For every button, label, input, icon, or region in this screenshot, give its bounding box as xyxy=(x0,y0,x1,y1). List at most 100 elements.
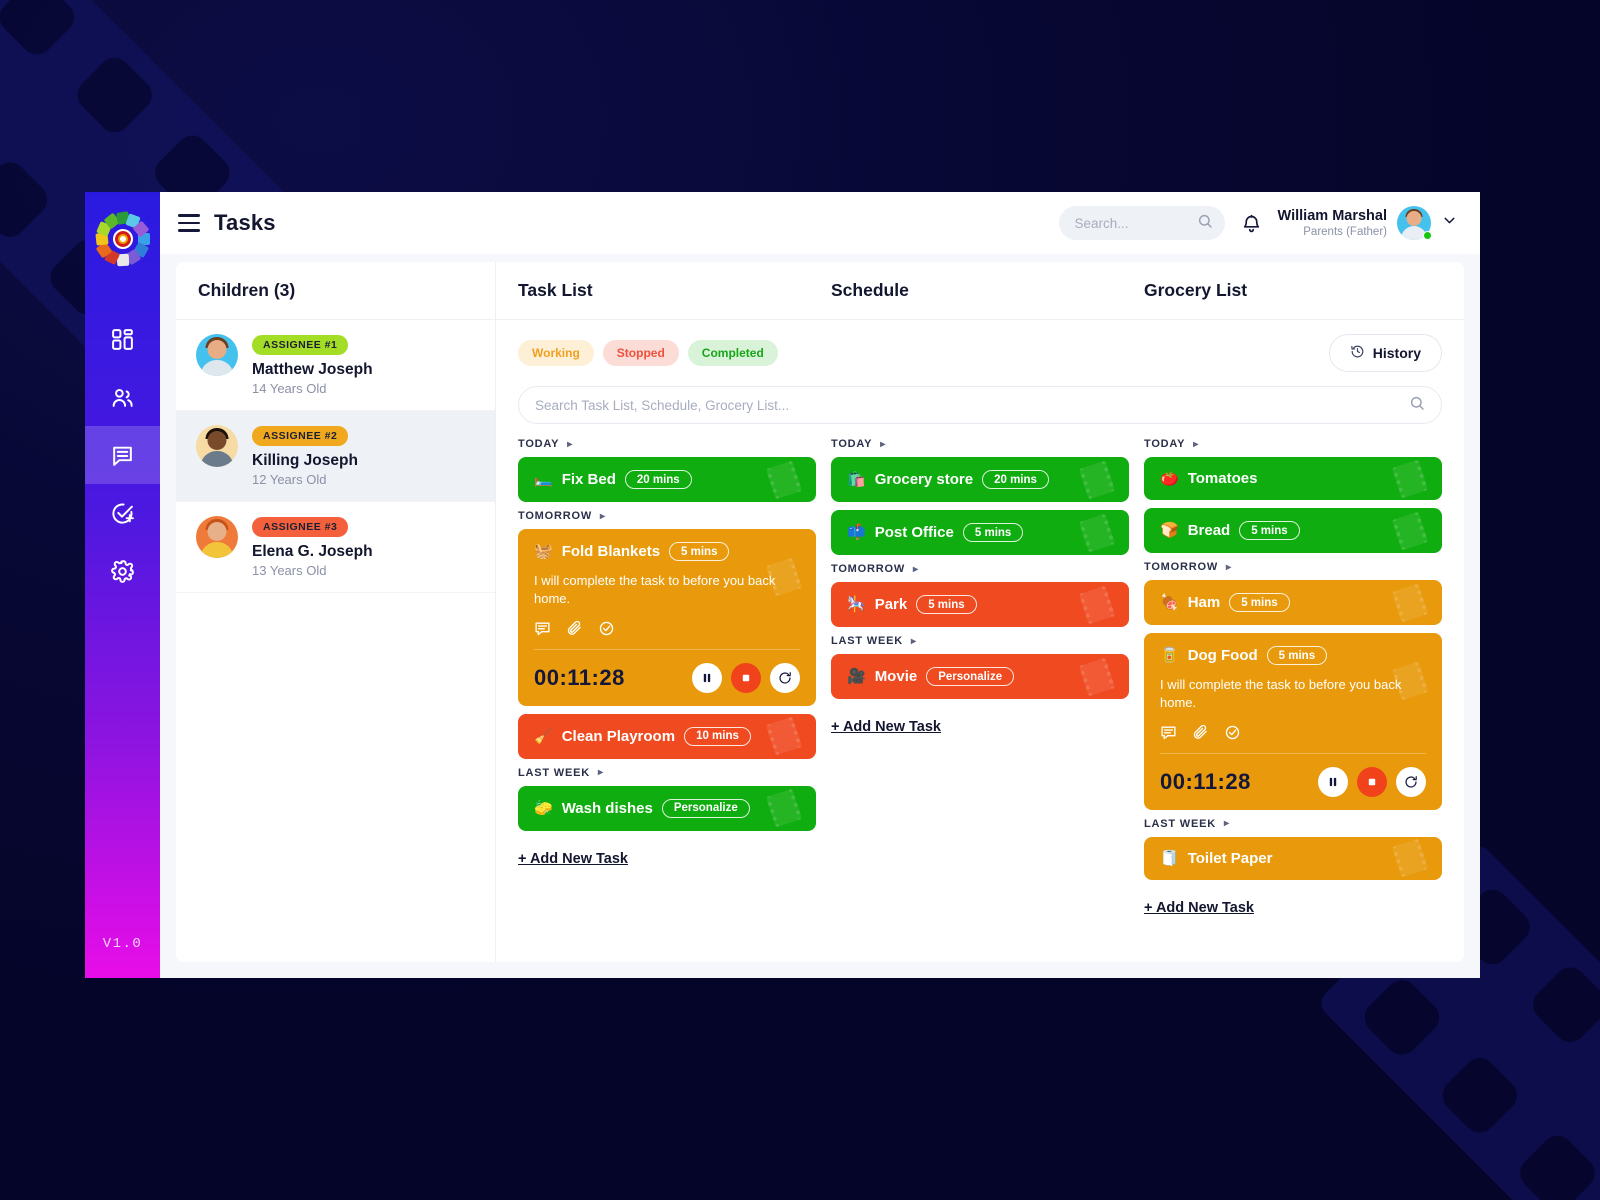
group-label[interactable]: LAST WEEK ▸ xyxy=(1144,818,1442,830)
pause-button[interactable] xyxy=(692,662,722,693)
child-list-item[interactable]: ASSIGNEE #2 Killing Joseph 12 Years Old xyxy=(176,411,495,502)
group-label[interactable]: TODAY ▸ xyxy=(831,438,1129,450)
task-card[interactable]: 🍞 Bread 5 mins xyxy=(1144,508,1442,553)
global-search-input[interactable] xyxy=(535,397,1409,413)
task-emoji-icon: 🧽 xyxy=(534,799,553,817)
stop-button[interactable] xyxy=(1357,766,1387,797)
task-card[interactable]: 🛏️ Fix Bed 20 mins xyxy=(518,457,816,502)
topbar-search[interactable] xyxy=(1058,206,1225,240)
add-new-task-link[interactable]: + Add New Task xyxy=(1144,900,1254,916)
status-filter-completed[interactable]: Completed xyxy=(687,340,778,366)
task-card[interactable]: 🎠 Park 5 mins xyxy=(831,582,1129,627)
task-duration-chip[interactable]: Personalize xyxy=(926,667,1015,686)
task-card[interactable]: 🧽 Wash dishes Personalize xyxy=(518,785,816,831)
child-avatar xyxy=(196,425,238,467)
task-card[interactable]: 🧻 Toilet Paper xyxy=(1144,836,1442,880)
avatar[interactable] xyxy=(1397,206,1432,240)
hamburger-menu-icon[interactable] xyxy=(178,214,200,232)
check-circle-icon[interactable] xyxy=(1224,724,1241,741)
search-input[interactable] xyxy=(1074,215,1197,231)
task-title: Dog Food xyxy=(1187,647,1258,664)
group-label-text: LAST WEEK xyxy=(518,766,590,779)
task-emoji-icon: 🧹 xyxy=(534,727,553,745)
child-age: 14 Years Old xyxy=(252,381,327,396)
task-duration-chip[interactable]: 20 mins xyxy=(624,470,692,489)
user-menu[interactable]: William Marshal Parents (Father) xyxy=(1278,206,1458,240)
status-filter-stopped[interactable]: Stopped xyxy=(602,340,679,366)
task-card[interactable]: 🍅 Tomatoes xyxy=(1144,457,1442,500)
gear-icon xyxy=(110,559,135,584)
group-label[interactable]: TODAY ▸ xyxy=(518,438,816,450)
task-duration-chip[interactable]: 20 mins xyxy=(982,470,1049,489)
child-list-item[interactable]: ASSIGNEE #3 Elena G. Joseph 13 Years Old xyxy=(176,502,495,593)
comment-icon[interactable] xyxy=(534,620,551,637)
add-new-task-link[interactable]: + Add New Task xyxy=(518,851,628,867)
task-card-header: 🧻 Toilet Paper xyxy=(1160,850,1426,867)
task-card[interactable]: 🥫 Dog Food 5 mins I will complete the task … xyxy=(1144,633,1442,810)
column-title: Schedule xyxy=(831,280,909,300)
task-emoji-icon: 🛍️ xyxy=(847,471,866,488)
task-card-header: 🎠 Park 5 mins xyxy=(847,595,1113,614)
task-card[interactable]: 🎥 Movie Personalize xyxy=(831,654,1129,699)
group-label[interactable]: TOMORROW ▸ xyxy=(518,510,816,522)
task-emoji-icon: 🍅 xyxy=(1160,470,1179,487)
task-duration-chip[interactable]: 5 mins xyxy=(1239,521,1300,540)
status-filter-working[interactable]: Working xyxy=(518,340,594,366)
sidebar-item-family[interactable] xyxy=(85,368,160,426)
main-panel: Task List Schedule Grocery List Working Sto… xyxy=(496,262,1464,962)
assignee-badge: ASSIGNEE #1 xyxy=(252,335,349,355)
task-emoji-icon: 🥫 xyxy=(1160,647,1179,664)
comment-icon[interactable] xyxy=(1160,724,1177,741)
sidebar-item-tasks[interactable] xyxy=(85,484,160,542)
task-duration-chip[interactable]: 10 mins xyxy=(684,726,751,746)
chevron-down-icon[interactable] xyxy=(1441,212,1458,234)
task-duration-chip[interactable]: 5 mins xyxy=(1266,646,1328,665)
sidebar-item-settings[interactable] xyxy=(85,542,160,600)
group-label[interactable]: TODAY ▸ xyxy=(1144,438,1442,450)
history-label: History xyxy=(1372,345,1421,361)
chat-icon xyxy=(110,443,135,468)
sidebar-nav-list xyxy=(85,310,160,600)
group-label[interactable]: TOMORROW ▸ xyxy=(831,563,1129,575)
task-card-header: 🧺 Fold Blankets 5 mins xyxy=(534,542,800,561)
task-title: Fix Bed xyxy=(561,471,616,488)
group-label[interactable]: TOMORROW ▸ xyxy=(1144,561,1442,573)
grid-icon xyxy=(110,327,135,352)
group-label[interactable]: LAST WEEK ▸ xyxy=(831,635,1129,647)
task-title: Toilet Paper xyxy=(1187,849,1273,867)
task-card[interactable]: 🧹 Clean Playroom 10 mins xyxy=(518,713,816,759)
restart-button[interactable] xyxy=(770,662,800,693)
task-card[interactable]: 📫 Post Office 5 mins xyxy=(831,510,1129,555)
task-title: Post Office xyxy=(874,524,954,541)
chevron-right-icon: ▸ xyxy=(880,438,887,450)
content-area: Tasks Search... William Marshal Parents … xyxy=(160,192,1480,978)
attachment-icon[interactable] xyxy=(566,620,583,637)
stop-button[interactable] xyxy=(731,662,761,693)
task-duration-chip[interactable]: 5 mins xyxy=(669,542,730,561)
restart-button[interactable] xyxy=(1396,766,1426,797)
add-new-task-link[interactable]: + Add New Task xyxy=(831,719,941,735)
status-pill-group: Working Stopped Completed xyxy=(518,340,778,366)
notifications-bell-icon[interactable] xyxy=(1241,213,1262,234)
task-duration-chip[interactable]: 5 mins xyxy=(1229,593,1290,612)
group-label-text: LAST WEEK xyxy=(1144,817,1216,830)
check-circle-icon[interactable] xyxy=(598,620,615,637)
task-card[interactable]: 🍖 Ham 5 mins xyxy=(1144,580,1442,625)
task-duration-chip[interactable]: 5 mins xyxy=(962,523,1024,542)
task-duration-chip[interactable]: Personalize xyxy=(661,798,750,818)
sidebar-item-dashboard[interactable] xyxy=(85,310,160,368)
search-icon xyxy=(1409,395,1425,416)
group-label[interactable]: LAST WEEK ▸ xyxy=(518,767,816,779)
attachment-icon[interactable] xyxy=(1192,724,1209,741)
task-card[interactable]: 🛍️ Grocery store 20 mins xyxy=(831,457,1129,502)
history-button[interactable]: History xyxy=(1328,334,1442,372)
pause-button[interactable] xyxy=(1318,766,1348,797)
task-duration-chip[interactable]: 5 mins xyxy=(916,595,977,614)
sidebar-item-messages[interactable] xyxy=(85,426,160,484)
child-list-item[interactable]: ASSIGNEE #1 Matthew Joseph 14 Years Old xyxy=(176,320,495,411)
global-task-search[interactable] xyxy=(518,386,1442,424)
task-card[interactable]: 🧺 Fold Blankets 5 mins I will complete the … xyxy=(518,529,816,706)
chevron-right-icon: ▸ xyxy=(597,767,604,779)
chevron-right-icon: ▸ xyxy=(567,438,574,450)
column-heading: Task List xyxy=(518,280,816,301)
